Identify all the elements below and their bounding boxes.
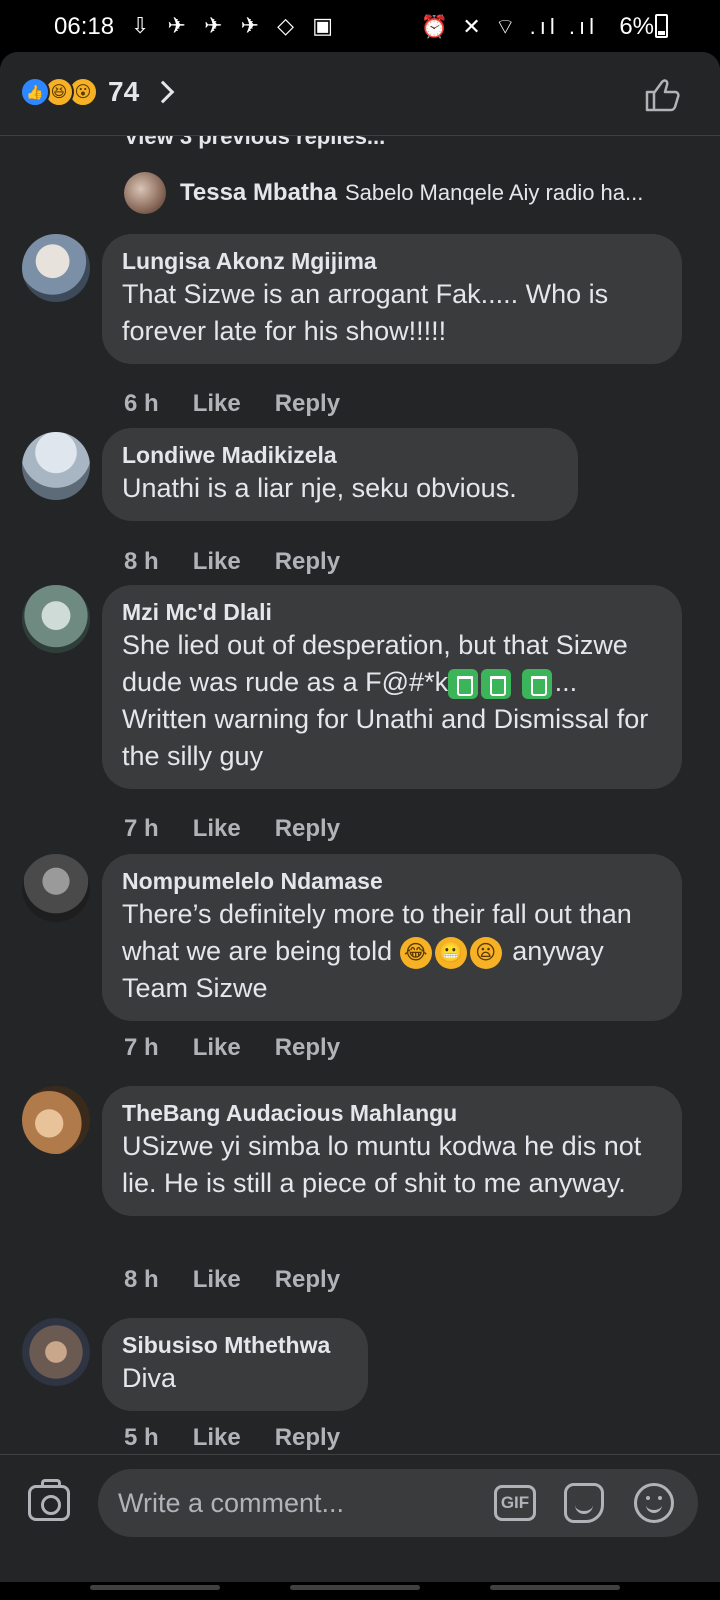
comment-bubble[interactable]: TheBang Audacious Mahlangu USizwe yi sim… (102, 1086, 682, 1216)
reply-button[interactable]: Reply (275, 1034, 340, 1062)
comment-text: She lied out of desperation, but that Si… (122, 630, 649, 771)
avatar[interactable] (22, 234, 90, 302)
reactions-header: 👍 😆 😮 74 (0, 52, 720, 136)
comment-actions: 7 h Like Reply (124, 815, 374, 843)
comment-time: 5 h (124, 1424, 159, 1451)
litter-bin-emoji-icon (448, 668, 479, 699)
comment-actions: 6 h Like Reply (124, 390, 374, 418)
avatar[interactable] (22, 1086, 90, 1154)
comment-bubble[interactable]: Sibusiso Mthethwa Diva (102, 1318, 368, 1411)
comment-bubble[interactable]: Mzi Mc'd Dlali She lied out of desperati… (102, 585, 682, 789)
comment-actions: 8 h Like Reply (124, 548, 374, 576)
avatar[interactable] (22, 432, 90, 500)
comment-time: 8 h (124, 1266, 159, 1293)
reaction-count: 74 (108, 76, 140, 107)
litter-bin-emoji-icon (521, 668, 552, 699)
status-bar: 06:18 ⇩ ✈ ✈ ✈ ◇ ▣ ⏰ ✕ ⌔ .ıl .ıl 6% (0, 0, 720, 52)
reply-button[interactable]: Reply (275, 815, 340, 843)
reply-button[interactable]: Reply (275, 1266, 340, 1294)
comment-time: 8 h (124, 548, 159, 575)
system-status-icons: ⏰ ✕ ⌔ .ıl .ıl (420, 14, 598, 39)
reply-button[interactable]: Reply (275, 1424, 340, 1452)
battery-percent: 6% (619, 13, 654, 40)
comment-time: 6 h (124, 390, 159, 417)
grimacing-emoji-icon: 😬 (434, 936, 467, 969)
latest-reply[interactable]: Tessa Mbatha Sabelo Manqele Aiy radio ha… (124, 172, 694, 214)
like-reaction-icon: 👍 (20, 77, 50, 107)
avatar[interactable] (22, 854, 90, 922)
comment-text: There’s definitely more to their fall ou… (122, 899, 632, 1003)
avatar[interactable] (22, 585, 90, 653)
clock: 06:18 (54, 13, 115, 40)
comment-composer: GIF (0, 1454, 720, 1600)
gesture-nav-bar (0, 1582, 720, 1600)
comment-input-wrapper: GIF (98, 1469, 698, 1537)
comment-actions: 7 h Like Reply (124, 1034, 374, 1062)
avatar[interactable] (124, 172, 166, 214)
nav-handle (490, 1585, 620, 1590)
comment-text: USizwe yi simba lo muntu kodwa he dis no… (122, 1131, 642, 1198)
reply-preview-text: Sabelo Manqele Aiy radio ha... (344, 180, 644, 205)
gif-button[interactable]: GIF (494, 1485, 536, 1521)
comment-time: 7 h (124, 815, 159, 842)
sticker-icon[interactable] (564, 1483, 604, 1523)
emoji-icon[interactable] (634, 1483, 674, 1523)
like-button[interactable]: Like (193, 390, 241, 418)
comment-text: Unathi is a liar nje, seku obvious. (122, 473, 517, 503)
comment-author[interactable]: Sibusiso Mthethwa (122, 1330, 348, 1360)
rolling-laughing-emoji-icon: 😂 (399, 936, 432, 969)
comment-author[interactable]: Nompumelelo Ndamase (122, 866, 662, 896)
comment-author[interactable]: Lungisa Akonz Mgijima (122, 246, 662, 276)
like-button[interactable]: Like (193, 1034, 241, 1062)
litter-bin-emoji-icon (481, 668, 512, 699)
avatar[interactable] (22, 1318, 90, 1386)
comment-time: 7 h (124, 1034, 159, 1061)
comment-actions: 5 h Like Reply (124, 1424, 374, 1452)
camera-icon[interactable] (28, 1479, 70, 1521)
battery-icon (655, 14, 668, 38)
like-button[interactable]: Like (193, 1266, 241, 1294)
like-button[interactable]: Like (193, 1424, 241, 1452)
frowning-emoji-icon: 😦 (469, 936, 502, 969)
like-post-button[interactable] (644, 78, 680, 112)
like-button[interactable]: Like (193, 815, 241, 843)
chevron-right-icon (151, 80, 175, 104)
reply-button[interactable]: Reply (275, 548, 340, 576)
comment-bubble[interactable]: Londiwe Madikizela Unathi is a liar nje,… (102, 428, 578, 521)
comment-input[interactable] (118, 1469, 468, 1537)
comment-author[interactable]: Mzi Mc'd Dlali (122, 597, 662, 627)
reply-button[interactable]: Reply (275, 390, 340, 418)
comments-sheet: 👍 😆 😮 74 View 3 previous replies... Tess… (0, 52, 720, 1600)
like-button[interactable]: Like (193, 548, 241, 576)
comment-bubble[interactable]: Lungisa Akonz Mgijima That Sizwe is an a… (102, 234, 682, 364)
comment-author[interactable]: TheBang Audacious Mahlangu (122, 1098, 662, 1128)
comment-bubble[interactable]: Nompumelelo Ndamase There’s definitely m… (102, 854, 682, 1021)
comment-text: Diva (122, 1363, 177, 1393)
reactions-summary[interactable]: 👍 😆 😮 74 (20, 76, 175, 108)
comment-author[interactable]: Londiwe Madikizela (122, 440, 558, 470)
comment-text: That Sizwe is an arrogant Fak..... Who i… (122, 279, 609, 346)
nav-handle (90, 1585, 220, 1590)
comment-actions: 8 h Like Reply (124, 1266, 374, 1294)
notification-icons: ⇩ ✈ ✈ ✈ ◇ ▣ (131, 13, 340, 38)
reply-author[interactable]: Tessa Mbatha (180, 179, 337, 207)
nav-handle (290, 1585, 420, 1590)
